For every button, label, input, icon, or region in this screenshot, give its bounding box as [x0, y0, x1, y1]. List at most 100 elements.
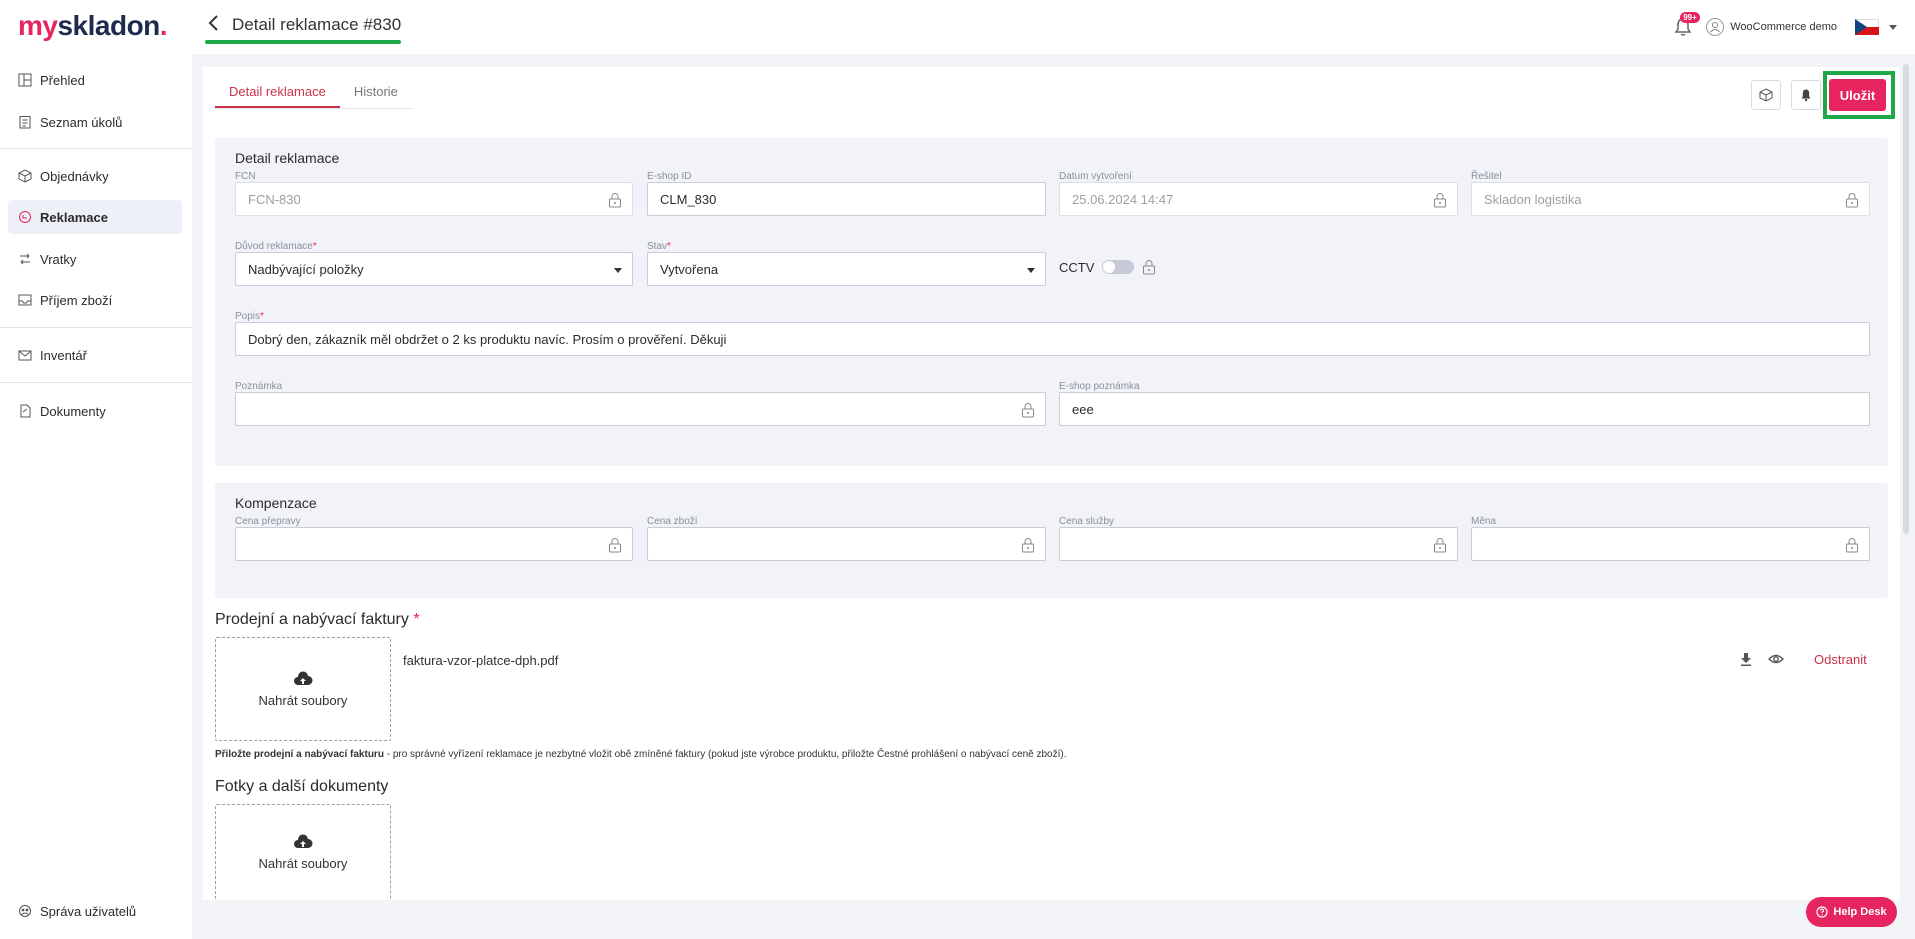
title-text: Prodejní a nabývací faktury — [215, 611, 409, 628]
file-actions: Odstranit — [1738, 651, 1867, 667]
clipboard-icon — [19, 116, 31, 129]
field-label-created: Datum vytvoření — [1059, 171, 1132, 182]
sidebar-item-sprava-uzivatelu[interactable]: Správa uživatelů — [8, 894, 182, 928]
hint-bold: Přiložte prodejní a nabývací fakturu — [215, 749, 384, 760]
label-text: Důvod reklamace — [235, 241, 313, 252]
field-label-fcn: FCN — [235, 171, 256, 182]
fcn-value: FCN-830 — [248, 191, 301, 207]
field-label-shipping: Cena přepravy — [235, 516, 301, 527]
sidebar-item-label: Seznam úkolů — [40, 114, 123, 130]
scrollbar[interactable] — [1903, 64, 1909, 534]
lock-icon — [1846, 538, 1858, 553]
back-arrow-icon[interactable] — [206, 14, 222, 35]
photos-title: Fotky a další dokumenty — [215, 778, 389, 795]
resolver-field: Skladon logistika — [1471, 182, 1870, 216]
header-right: 99+ WooCommerce demo — [1670, 12, 1897, 40]
sidebar-item-dokumenty[interactable]: Dokumenty — [8, 394, 182, 428]
notifications-button[interactable]: 99+ — [1670, 12, 1700, 40]
lock-icon — [1434, 538, 1446, 553]
tab-historie[interactable]: Historie — [340, 81, 412, 108]
field-label-currency: Měna — [1471, 516, 1497, 527]
required-mark: * — [260, 311, 264, 322]
lock-icon — [1846, 193, 1858, 208]
detail-section: Detail reklamace FCN FCN-830 E-shop ID C… — [215, 138, 1888, 466]
package-button[interactable] — [1751, 80, 1781, 110]
invoice-upload-dropzone[interactable]: Nahrát soubory — [215, 637, 391, 741]
state-select[interactable]: Vytvořena — [647, 252, 1046, 286]
eshop-id-field[interactable]: CLM_830 — [647, 182, 1046, 216]
users-icon — [19, 905, 31, 917]
field-label-resolver: Řešitel — [1471, 171, 1502, 182]
help-desk-button[interactable]: Help Desk — [1806, 897, 1897, 927]
sidebar-item-prijem-zbozi[interactable]: Příjem zboží — [8, 283, 182, 317]
required-mark: * — [667, 241, 671, 252]
eshop-note-value: eee — [1072, 401, 1094, 417]
description-value: Dobrý den, zákazník měl obdržet o 2 ks p… — [248, 331, 727, 347]
sidebar-item-prehled[interactable]: Přehled — [8, 63, 182, 97]
field-label-description: Popis* — [235, 311, 264, 322]
logo-part-skladon: skladon — [57, 10, 160, 41]
section-title: Kompenzace — [235, 495, 317, 511]
sidebar-item-seznam-ukolu[interactable]: Seznam úkolů — [8, 105, 182, 139]
reason-select[interactable]: Nadbývající položky — [235, 252, 633, 286]
lock-icon — [1022, 403, 1034, 418]
save-button[interactable]: Uložit — [1829, 79, 1886, 111]
hint-text: - pro správné vyřízení reklamace je nezb… — [383, 749, 1067, 760]
dropdown-arrow-icon — [1027, 268, 1035, 273]
eye-icon[interactable] — [1768, 651, 1784, 667]
lock-icon — [609, 538, 621, 553]
sidebar-item-objednavky[interactable]: Objednávky — [8, 159, 182, 193]
service-price-field[interactable] — [1059, 527, 1458, 561]
tab-bar: Detail reklamace Historie — [215, 81, 412, 109]
photos-upload-dropzone[interactable]: Nahrát soubory — [215, 804, 391, 900]
main-card: Detail reklamace Historie Uložit Detail … — [203, 67, 1900, 900]
grid-icon — [18, 73, 32, 87]
label-text: Popis — [235, 311, 261, 322]
created-date-value: 25.06.2024 14:47 — [1072, 191, 1174, 207]
chevron-down-icon[interactable] — [1889, 24, 1897, 30]
title-highlight — [205, 40, 401, 44]
field-label-state: Stav* — [647, 241, 671, 252]
sidebar-item-inventar[interactable]: Inventář — [8, 338, 182, 372]
cctv-label: CCTV — [1059, 259, 1095, 275]
exchange-icon — [20, 253, 30, 265]
sidebar-divider — [0, 382, 192, 383]
sidebar-item-reklamace[interactable]: Reklamace — [8, 200, 182, 234]
created-date-field: 25.06.2024 14:47 — [1059, 182, 1458, 216]
user-name: WooCommerce demo — [1730, 21, 1837, 33]
cz-flag-icon[interactable] — [1855, 19, 1879, 35]
compensation-section: Kompenzace Cena přepravy Cena zboží Cena… — [215, 483, 1888, 598]
brand-logo[interactable]: myskladon. — [18, 10, 168, 42]
fcn-field: FCN-830 — [235, 182, 633, 216]
currency-field[interactable] — [1471, 527, 1870, 561]
user-menu[interactable]: WooCommerce demo — [1706, 18, 1837, 36]
bell-icon — [1801, 89, 1811, 102]
lock-icon — [1022, 538, 1034, 553]
description-field[interactable]: Dobrý den, zákazník měl obdržet o 2 ks p… — [235, 322, 1870, 356]
invoices-title: Prodejní a nabývací faktury * — [215, 611, 420, 629]
tab-detail-reklamace[interactable]: Detail reklamace — [215, 81, 340, 108]
note-field[interactable] — [235, 392, 1046, 426]
page-header: Detail reklamace #830 — [206, 14, 401, 35]
field-label-goods: Cena zboží — [647, 516, 698, 527]
remove-file-link[interactable]: Odstranit — [1814, 652, 1867, 667]
sidebar-item-label: Správa uživatelů — [40, 903, 137, 919]
goods-price-field[interactable] — [647, 527, 1046, 561]
invoices-hint: Přiložte prodejní a nabývací fakturu - p… — [215, 749, 1067, 760]
section-title: Detail reklamace — [235, 150, 340, 166]
notification-badge: 99+ — [1680, 12, 1700, 23]
lock-icon — [1143, 260, 1156, 275]
help-icon — [1816, 906, 1828, 918]
download-icon[interactable] — [1738, 651, 1754, 667]
field-label-reason: Důvod reklamace* — [235, 241, 317, 252]
cctv-toggle[interactable] — [1102, 260, 1135, 274]
shipping-price-field[interactable] — [235, 527, 633, 561]
page-title: Detail reklamace #830 — [232, 14, 402, 34]
bell-button[interactable] — [1791, 80, 1821, 110]
eshop-note-field[interactable]: eee — [1059, 392, 1870, 426]
sidebar-item-vratky[interactable]: Vratky — [8, 242, 182, 276]
package-icon — [1759, 88, 1773, 102]
inbox-icon — [18, 294, 32, 306]
cloud-upload-icon — [294, 670, 313, 685]
sidebar: Přehled Seznam úkolů Objednávky Reklamac… — [0, 54, 192, 939]
